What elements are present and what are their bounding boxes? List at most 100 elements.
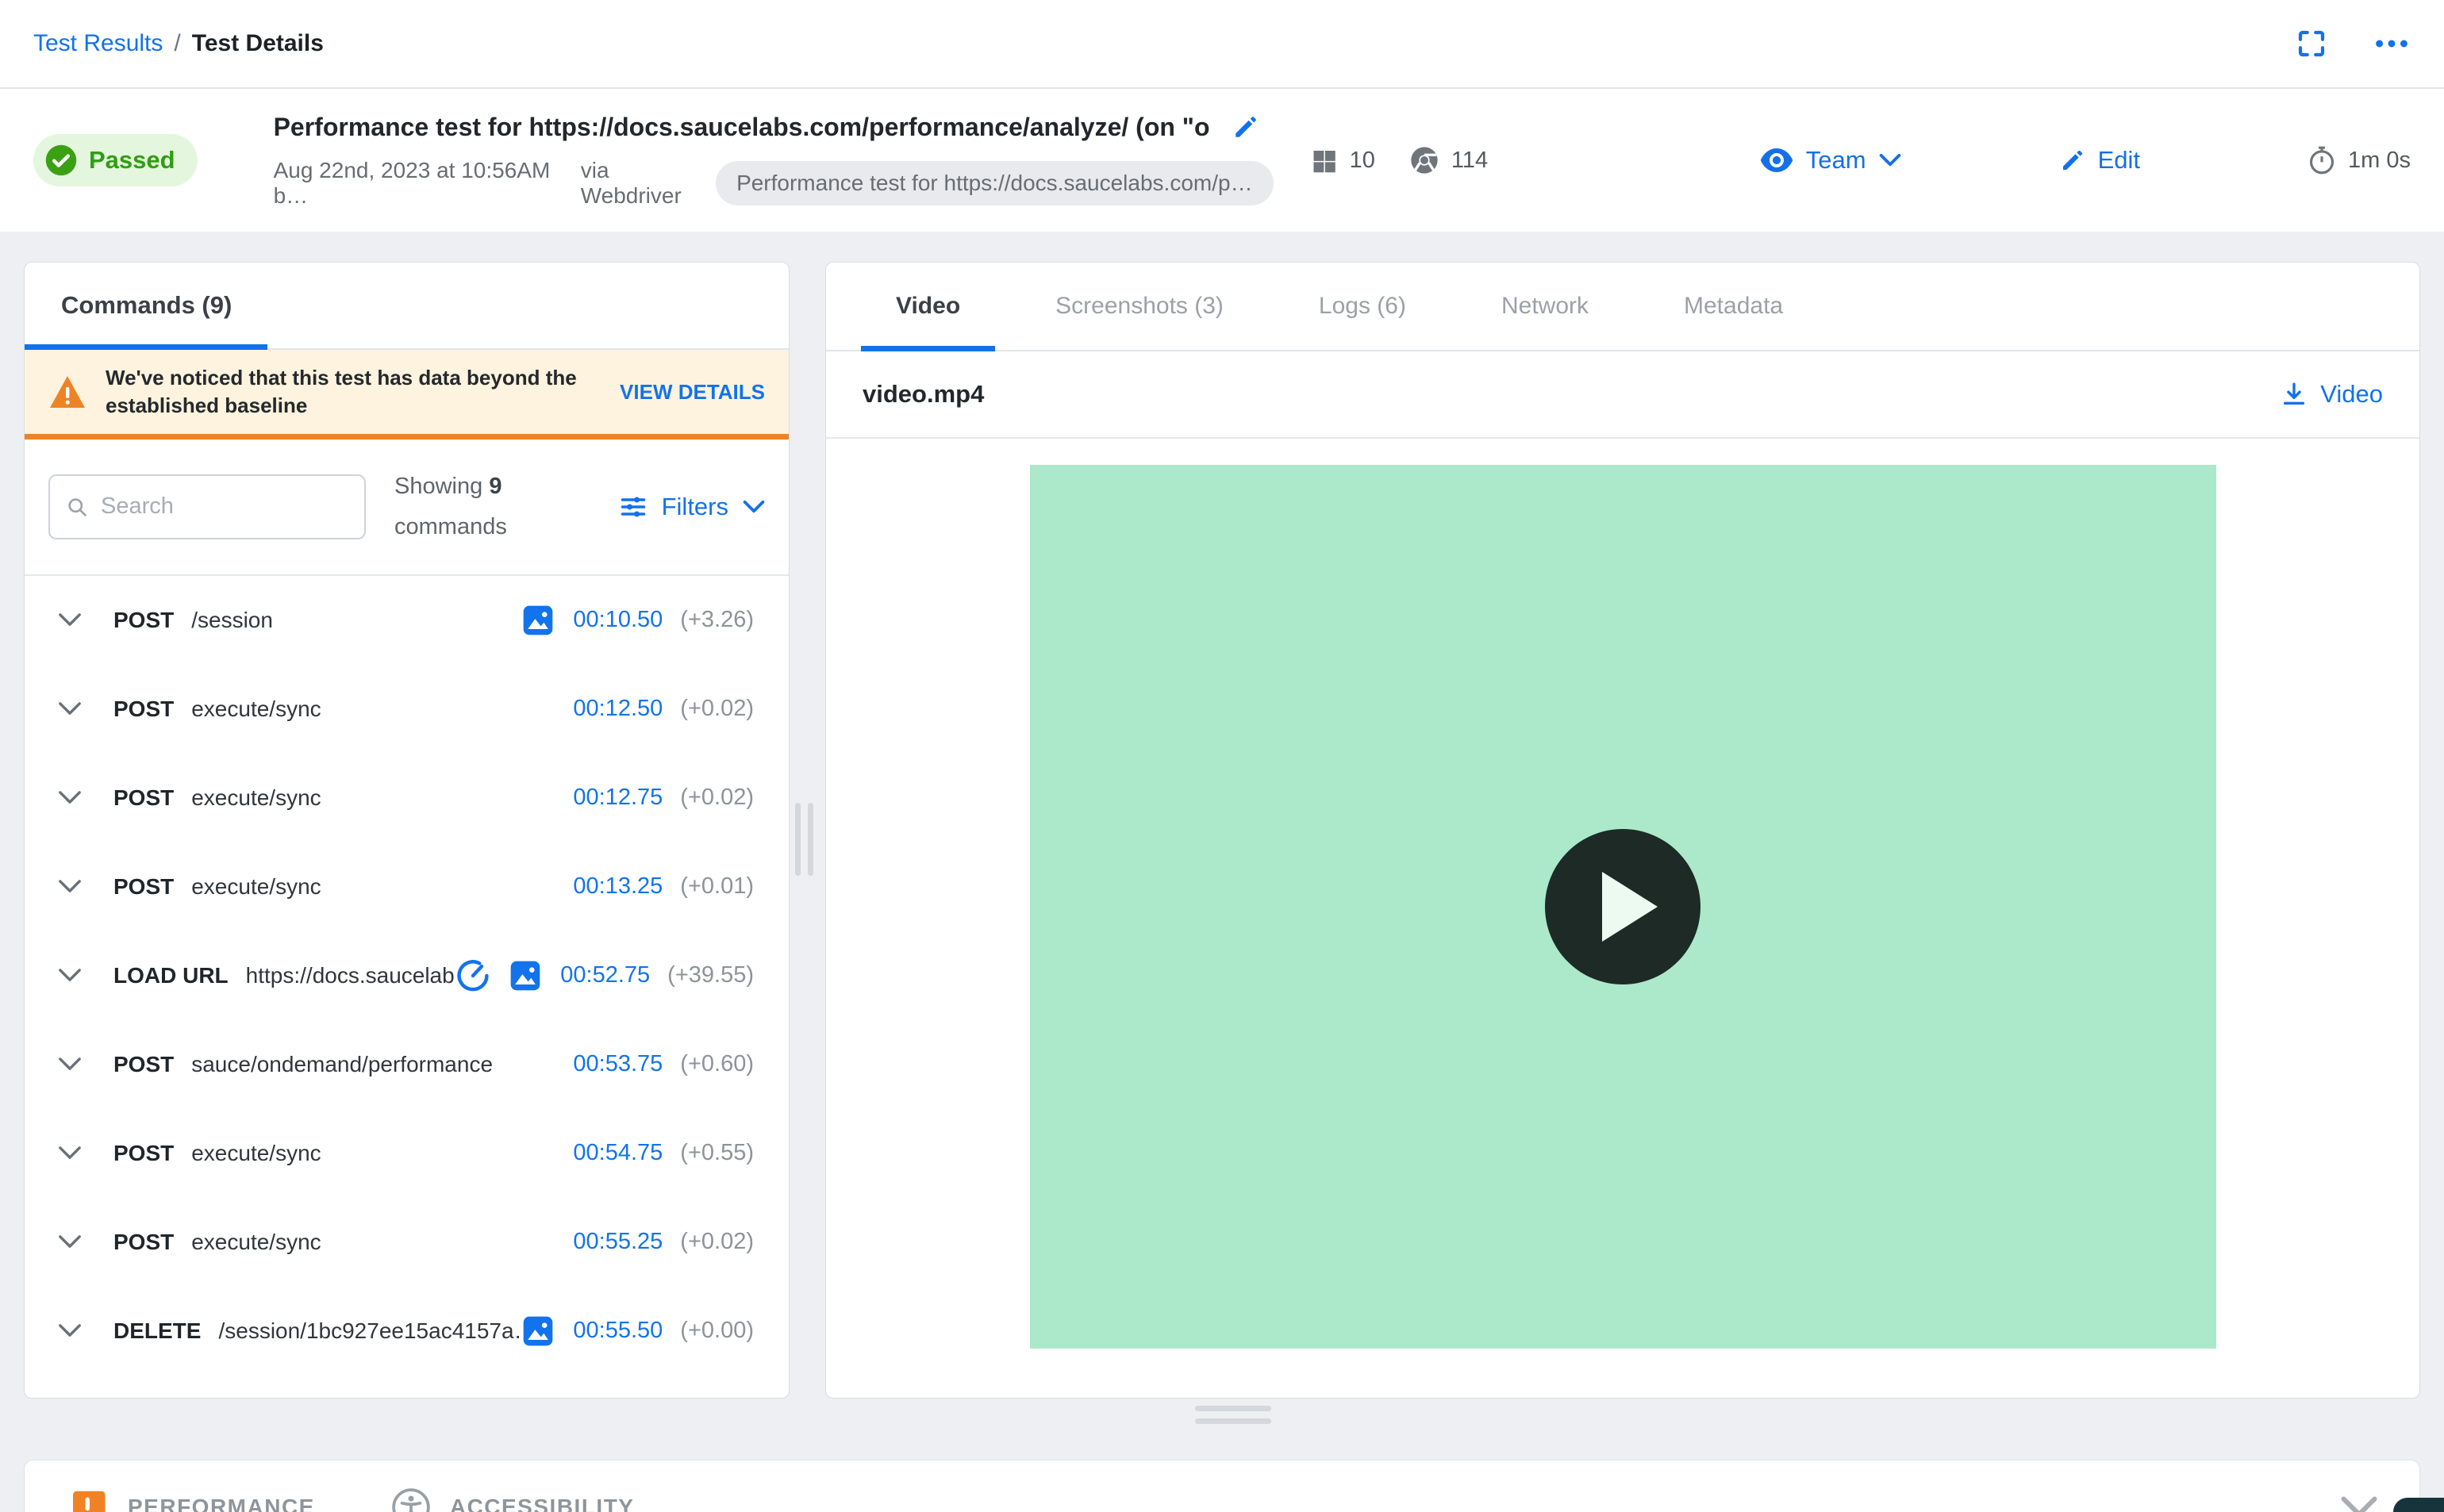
chevron-down-icon xyxy=(1879,153,1900,167)
chevron-down-icon[interactable] xyxy=(58,1057,82,1072)
command-delta: (+0.02) xyxy=(680,1229,754,1255)
visibility-eye-icon xyxy=(1760,148,1793,172)
command-timestamp: 00:12.50 xyxy=(573,696,663,722)
command-delta: (+39.55) xyxy=(667,962,754,988)
performance-label: PERFORMANCE xyxy=(128,1495,315,1512)
command-row[interactable]: POST execute/sync 00:55.25 (+0.02) xyxy=(25,1198,789,1287)
play-button-icon[interactable] xyxy=(1545,829,1700,984)
command-timestamp: 00:54.75 xyxy=(573,1140,663,1166)
command-delta: (+0.02) xyxy=(680,696,754,722)
command-row[interactable]: POST execute/sync 00:12.50 (+0.02) xyxy=(25,665,789,754)
chevron-down-icon[interactable] xyxy=(58,1323,82,1338)
media-panel: Video Screenshots (3) Logs (6) Network M… xyxy=(825,262,2420,1399)
command-method: POST xyxy=(113,1140,175,1165)
test-title: Performance test for https://docs.saucel… xyxy=(273,112,1210,141)
fullscreen-icon[interactable] xyxy=(2295,27,2328,60)
edit-title-pencil-icon[interactable] xyxy=(1232,113,1259,140)
download-video-button[interactable]: Video xyxy=(2281,380,2383,409)
team-dropdown[interactable]: Team xyxy=(1760,146,1901,175)
command-path: execute/sync xyxy=(191,696,321,721)
tab-screenshots[interactable]: Screenshots (3) xyxy=(1055,263,1224,350)
command-method: POST xyxy=(113,1051,175,1076)
test-duration: 1m 0s xyxy=(2307,145,2411,175)
status-badge: Passed xyxy=(33,134,198,186)
active-tab-underline xyxy=(25,344,267,350)
performance-alert-icon xyxy=(73,1491,106,1512)
chevron-down-icon[interactable] xyxy=(58,879,82,894)
edit-button[interactable]: Edit xyxy=(2060,146,2140,175)
test-header: Passed Performance test for https://docs… xyxy=(0,89,2444,232)
video-player-area xyxy=(826,439,2419,1398)
command-row[interactable]: LOAD URL https://docs.saucelab… 00:52.75… xyxy=(25,931,789,1020)
tab-network[interactable]: Network xyxy=(1501,263,1589,350)
video-file-name: video.mp4 xyxy=(863,380,985,408)
command-row[interactable]: DELETE /session/1bc927ee15ac4157a… 00:55… xyxy=(25,1287,789,1376)
bottom-bar: PERFORMANCE ACCESSIBILITY xyxy=(24,1460,2420,1512)
command-list: POST /session 00:10.50 (+3.26) POST exec… xyxy=(25,576,789,1398)
filters-button[interactable]: Filters xyxy=(619,493,765,521)
horizontal-resize-handle[interactable] xyxy=(1195,1406,1271,1424)
breadcrumb-test-results-link[interactable]: Test Results xyxy=(33,30,163,57)
command-path: execute/sync xyxy=(191,1229,321,1254)
team-label: Team xyxy=(1805,146,1866,174)
command-path: /session xyxy=(191,607,273,632)
command-timestamp: 00:13.25 xyxy=(573,873,663,900)
screenshot-image-icon[interactable] xyxy=(521,603,555,638)
video-canvas[interactable] xyxy=(1029,465,2216,1349)
screenshot-image-icon[interactable] xyxy=(521,1314,555,1349)
command-method: POST xyxy=(113,785,175,810)
chevron-down-icon[interactable] xyxy=(58,790,82,805)
command-row[interactable]: POST sauce/ondemand/performance 00:53.75… xyxy=(25,1020,789,1109)
accessibility-label: ACCESSIBILITY xyxy=(449,1495,635,1512)
filters-label: Filters xyxy=(661,492,728,520)
performance-speedometer-icon[interactable] xyxy=(455,958,490,993)
command-delta: (+3.26) xyxy=(680,607,754,633)
screenshot-image-icon[interactable] xyxy=(508,958,543,993)
command-method: DELETE xyxy=(113,1318,202,1343)
chevron-down-icon[interactable] xyxy=(58,968,82,983)
warning-message: We've noticed that this test has data be… xyxy=(106,366,577,418)
search-icon xyxy=(68,498,86,516)
command-delta: (+0.01) xyxy=(680,873,754,900)
command-timestamp: 00:53.75 xyxy=(573,1051,663,1077)
check-circle-icon xyxy=(45,144,77,176)
showing-count-text: Showing 9 commands xyxy=(394,474,507,539)
search-box[interactable] xyxy=(48,474,366,539)
view-details-link[interactable]: VIEW DETAILS xyxy=(620,380,765,405)
tab-commands[interactable]: Commands (9) xyxy=(25,291,232,320)
command-count: 9 xyxy=(489,474,502,500)
accessibility-section-toggle[interactable]: ACCESSIBILITY xyxy=(391,1487,635,1512)
command-row[interactable]: POST execute/sync 00:54.75 (+0.55) xyxy=(25,1109,789,1198)
chevron-down-icon[interactable] xyxy=(58,1146,82,1161)
command-method: POST xyxy=(113,1229,175,1254)
command-row[interactable]: POST /session 00:10.50 (+3.26) xyxy=(25,576,789,665)
command-row[interactable]: POST execute/sync 00:13.25 (+0.01) xyxy=(25,842,789,931)
command-path: execute/sync xyxy=(191,1140,321,1165)
windows-icon xyxy=(1313,151,1335,173)
vertical-resize-handle[interactable] xyxy=(795,803,813,876)
search-input[interactable] xyxy=(101,493,348,520)
more-options-icon[interactable] xyxy=(2373,27,2411,60)
command-row[interactable]: POST execute/sync 00:12.75 (+0.02) xyxy=(25,754,789,842)
media-tabs: Video Screenshots (3) Logs (6) Network M… xyxy=(826,263,2419,351)
chevron-down-icon[interactable] xyxy=(58,701,82,716)
tab-metadata[interactable]: Metadata xyxy=(1684,263,1783,350)
command-timestamp: 00:10.50 xyxy=(573,607,663,633)
tab-logs[interactable]: Logs (6) xyxy=(1319,263,1406,350)
expand-panel-chevron-icon[interactable] xyxy=(2340,1495,2378,1512)
page-title: Test Details xyxy=(191,30,324,56)
status-label: Passed xyxy=(89,146,175,174)
command-timestamp: 00:55.25 xyxy=(573,1229,663,1255)
baseline-warning-banner: We've noticed that this test has data be… xyxy=(25,350,789,440)
chevron-down-icon xyxy=(743,500,765,513)
performance-section-toggle[interactable]: PERFORMANCE xyxy=(66,1486,315,1512)
warning-triangle-icon xyxy=(50,376,85,409)
tab-video[interactable]: Video xyxy=(860,263,996,351)
command-timestamp: 00:55.50 xyxy=(573,1318,663,1344)
chevron-down-icon[interactable] xyxy=(58,1234,82,1249)
duration-label: 1m 0s xyxy=(2348,147,2411,173)
test-via: via Webdriver xyxy=(580,157,682,208)
command-method: POST xyxy=(113,696,175,721)
chevron-down-icon[interactable] xyxy=(58,612,82,627)
command-path: execute/sync xyxy=(191,785,321,810)
